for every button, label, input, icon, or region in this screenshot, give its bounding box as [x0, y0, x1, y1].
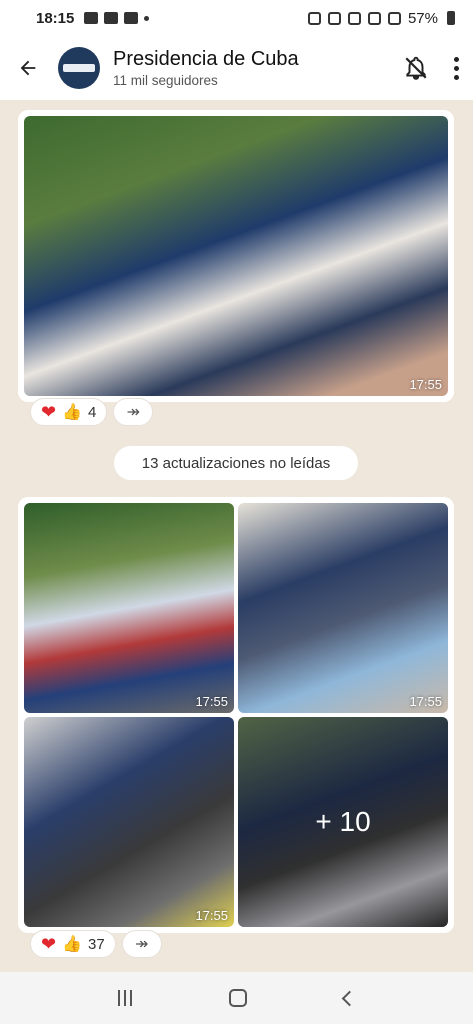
album-bubble[interactable]: 17:55 17:55 17:55 + 10: [18, 497, 454, 933]
thumbs-up-icon: 👍: [62, 936, 83, 953]
logo-icon: [63, 64, 95, 72]
system-nav-bar: [0, 972, 473, 1024]
lock-icon: [307, 11, 321, 25]
album-photo[interactable]: 17:55: [24, 503, 234, 713]
unread-banner: 13 actualizaciones no leídas: [114, 446, 358, 480]
alarm-icon: [327, 11, 341, 25]
facebook-icon: [124, 12, 139, 24]
channel-feed[interactable]: 17:55 ❤ 👍 4 ↠ 13 actualizaciones no leíd…: [0, 100, 473, 972]
channel-avatar[interactable]: [58, 47, 100, 89]
telegram-icon: [84, 12, 99, 24]
reactions-pill[interactable]: ❤ 👍 4: [30, 398, 108, 426]
notification-icons: [84, 12, 150, 24]
gallery-icon: [104, 12, 119, 24]
thumbs-up-icon: 👍: [62, 404, 83, 421]
recents-icon: [118, 990, 121, 1006]
status-time: 18:15: [36, 9, 75, 27]
post-reactions: ❤ 👍 4 ↠: [30, 398, 154, 426]
signal-icon: [387, 11, 401, 25]
battery-level: 57%: [407, 9, 438, 27]
album-reactions: ❤ 👍 37 ↠: [30, 930, 162, 958]
channel-name: Presidencia de Cuba: [113, 48, 299, 70]
wifi-icon: [367, 11, 381, 25]
forward-icon: ↠: [126, 404, 141, 421]
system-icons: 57%: [307, 9, 455, 27]
recents-button[interactable]: [118, 990, 133, 1006]
arrow-left-icon: [20, 60, 36, 76]
reactions-count: 4: [88, 403, 97, 421]
more-vertical-icon: [453, 56, 459, 62]
channel-header: Presidencia de Cuba 11 mil seguidores: [0, 36, 473, 100]
post-bubble[interactable]: 17:55: [18, 110, 454, 402]
more-dot-icon: [144, 15, 150, 21]
status-bar: 18:15 57%: [0, 0, 473, 36]
forward-button[interactable]: ↠: [121, 930, 162, 958]
channel-info[interactable]: Presidencia de Cuba 11 mil seguidores: [113, 48, 299, 88]
post-time: 17:55: [409, 377, 442, 392]
back-button[interactable]: [12, 52, 44, 84]
reactions-pill[interactable]: ❤ 👍 37: [30, 930, 116, 958]
nav-back-button[interactable]: [341, 990, 357, 1006]
home-button[interactable]: [228, 989, 247, 1007]
album-photo[interactable]: + 10: [238, 717, 448, 927]
mute-button[interactable]: [403, 55, 429, 81]
heart-icon: ❤: [41, 401, 57, 422]
menu-button[interactable]: [451, 56, 461, 80]
photo-time: 17:55: [195, 908, 228, 923]
post-photo[interactable]: 17:55: [24, 116, 448, 396]
more-photos-overlay[interactable]: + 10: [238, 717, 448, 927]
mute-icon: [347, 11, 361, 25]
photo-time: 17:55: [409, 694, 442, 709]
followers-count: 11 mil seguidores: [113, 73, 218, 88]
forward-icon: ↠: [135, 936, 149, 953]
album-photo[interactable]: 17:55: [24, 717, 234, 927]
album-photo[interactable]: 17:55: [238, 503, 448, 713]
bell-off-icon: [405, 56, 427, 80]
forward-button[interactable]: ↠: [113, 398, 154, 426]
photo-time: 17:55: [195, 694, 228, 709]
heart-icon: ❤: [41, 933, 57, 954]
battery-icon: [447, 11, 455, 25]
reactions-count: 37: [88, 935, 105, 953]
